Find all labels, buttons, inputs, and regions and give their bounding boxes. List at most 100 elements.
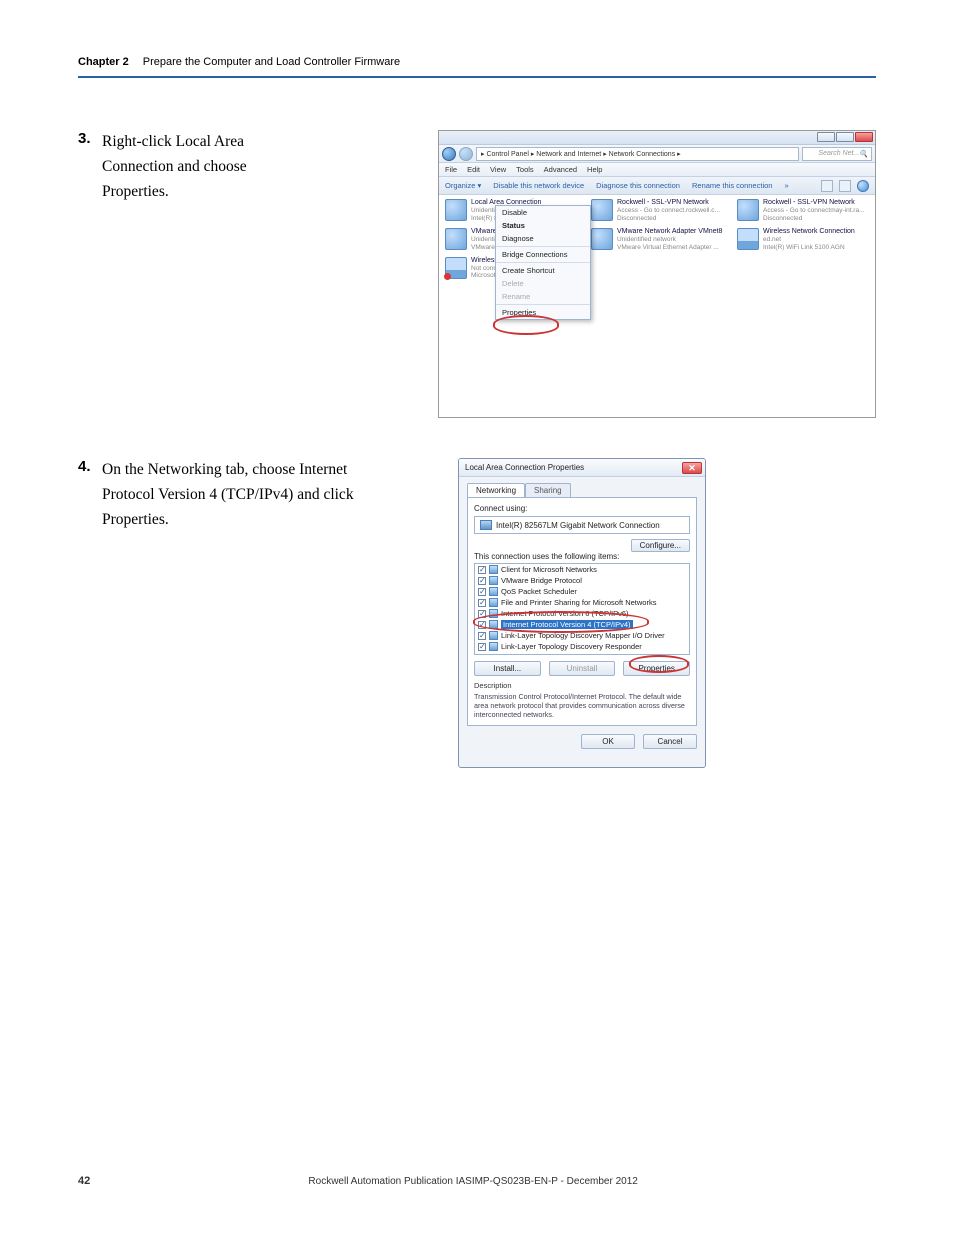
network-icon [591,228,613,250]
ctx-rename[interactable]: Rename [496,290,590,303]
connection-item[interactable]: Wireless Network Connection ed.net Intel… [737,228,869,251]
checkbox-icon[interactable] [478,632,486,640]
configure-button[interactable]: Configure... [631,539,690,552]
checkbox-icon[interactable] [478,599,486,607]
checkbox-icon[interactable] [478,643,486,651]
step-text: Right-click Local Area Connection and ch… [102,130,292,204]
connection-adapter: Disconnected [617,215,720,222]
tab-sharing[interactable]: Sharing [525,483,571,497]
connection-name: VMware Network Adapter VMnet8 [617,228,722,236]
connection-item[interactable]: VMware Network Adapter VMnet8 Unidentifi… [591,228,723,251]
tab-strip: Networking Sharing [467,483,697,497]
preview-icon[interactable] [839,180,851,192]
connection-adapter: VMware Virtual Ethernet Adapter ... [617,244,722,251]
ctx-delete[interactable]: Delete [496,277,590,290]
network-connections-window: ▸ Control Panel ▸ Network and Internet ▸… [438,130,876,418]
page-footer: 42 Rockwell Automation Publication IASIM… [78,1175,876,1187]
menu-advanced[interactable]: Advanced [544,165,577,174]
ok-button[interactable]: OK [581,734,635,749]
component-icon [489,631,498,640]
connection-item[interactable]: Rockwell - SSL-VPN Network Access - Go t… [591,199,723,222]
network-icon [737,199,759,221]
step-3: 3. Right-click Local Area Connection and… [78,130,876,430]
close-button[interactable] [855,132,873,142]
menu-help[interactable]: Help [587,165,602,174]
connection-item[interactable]: Rockwell - SSL-VPN Network Access - Go t… [737,199,869,222]
close-button[interactable]: ✕ [682,462,702,474]
list-item[interactable]: VMware Bridge Protocol [475,575,689,586]
chapter-title: Prepare the Computer and Load Controller… [143,56,400,68]
checkbox-icon[interactable] [478,566,486,574]
menu-edit[interactable]: Edit [467,165,480,174]
maximize-button[interactable] [836,132,854,142]
uses-items-label: This connection uses the following items… [474,552,690,561]
ctx-shortcut[interactable]: Create Shortcut [496,264,590,277]
page-number: 42 [78,1175,90,1187]
list-item[interactable]: QoS Packet Scheduler [475,586,689,597]
help-icon[interactable] [857,180,869,192]
checkbox-icon[interactable] [478,588,486,596]
component-icon [489,565,498,574]
description-text: Transmission Control Protocol/Internet P… [474,692,690,719]
adapter-icon [480,520,492,530]
back-button[interactable] [442,147,456,161]
menu-view[interactable]: View [490,165,506,174]
list-item[interactable]: Client for Microsoft Networks [475,564,689,575]
search-input[interactable]: Search Net... 🔍 [802,147,872,161]
context-menu: Disable Status Diagnose Bridge Connectio… [495,205,591,320]
separator [496,304,590,305]
dialog-title: Local Area Connection Properties [465,463,584,472]
wireless-disconnected-icon [445,257,467,279]
tab-networking[interactable]: Networking [467,483,525,497]
component-icon [489,576,498,585]
diagnose-button[interactable]: Diagnose this connection [596,181,680,190]
chapter-label: Chapter 2 [78,56,129,68]
connections-area: Local Area Connection Unidentified netwo… [439,195,875,417]
item-label: QoS Packet Scheduler [501,587,577,596]
connection-status: Access - Go to connectmay-int.ra... [763,207,865,214]
adapter-field: Intel(R) 82567LM Gigabit Network Connect… [474,516,690,534]
breadcrumb[interactable]: ▸ Control Panel ▸ Network and Internet ▸… [476,147,799,161]
connection-name: Wireless [471,257,498,265]
connection-status: Unidentified network [617,236,722,243]
component-icon [489,587,498,596]
menu-tools[interactable]: Tools [516,165,534,174]
organize-button[interactable]: Organize ▾ [445,181,481,190]
cancel-button[interactable]: Cancel [643,734,697,749]
disable-device-button[interactable]: Disable this network device [493,181,584,190]
menu-file[interactable]: File [445,165,457,174]
connection-status: Unidenti [471,236,497,243]
minimize-button[interactable] [817,132,835,142]
item-label: Client for Microsoft Networks [501,565,597,574]
rename-button[interactable]: Rename this connection [692,181,772,190]
network-icon [445,228,467,250]
connection-status: Not conn [471,265,498,272]
checkbox-icon[interactable] [478,577,486,585]
wireless-icon [737,228,759,250]
connection-name: VMware [471,228,497,236]
connection-adapter: Intel(R) WiFi Link 5100 AGN [763,244,855,251]
ctx-diagnose[interactable]: Diagnose [496,232,590,245]
toolbar-more[interactable]: » [784,181,788,190]
ctx-disable[interactable]: Disable [496,206,590,219]
items-list[interactable]: Client for Microsoft Networks VMware Bri… [474,563,690,655]
highlight-ring-properties [629,655,689,673]
forward-button[interactable] [459,147,473,161]
view-icon[interactable] [821,180,833,192]
connect-using-label: Connect using: [474,504,690,513]
ctx-bridge[interactable]: Bridge Connections [496,248,590,261]
toolbar: Organize ▾ Disable this network device D… [439,177,875,195]
list-item[interactable]: Link-Layer Topology Discovery Responder [475,641,689,652]
item-label: File and Printer Sharing for Microsoft N… [501,598,656,607]
step-text: On the Networking tab, choose Internet P… [102,458,402,532]
connection-properties-dialog: Local Area Connection Properties ✕ Netwo… [458,458,706,768]
ctx-status[interactable]: Status [496,219,590,232]
list-item[interactable]: File and Printer Sharing for Microsoft N… [475,597,689,608]
connection-adapter: VMware [471,244,497,251]
highlight-ring-ipv4 [473,611,649,633]
install-button[interactable]: Install... [474,661,541,676]
uninstall-button[interactable]: Uninstall [549,661,616,676]
network-icon [445,199,467,221]
connection-name: Rockwell - SSL-VPN Network [763,199,865,207]
step-number: 4. [78,458,102,475]
